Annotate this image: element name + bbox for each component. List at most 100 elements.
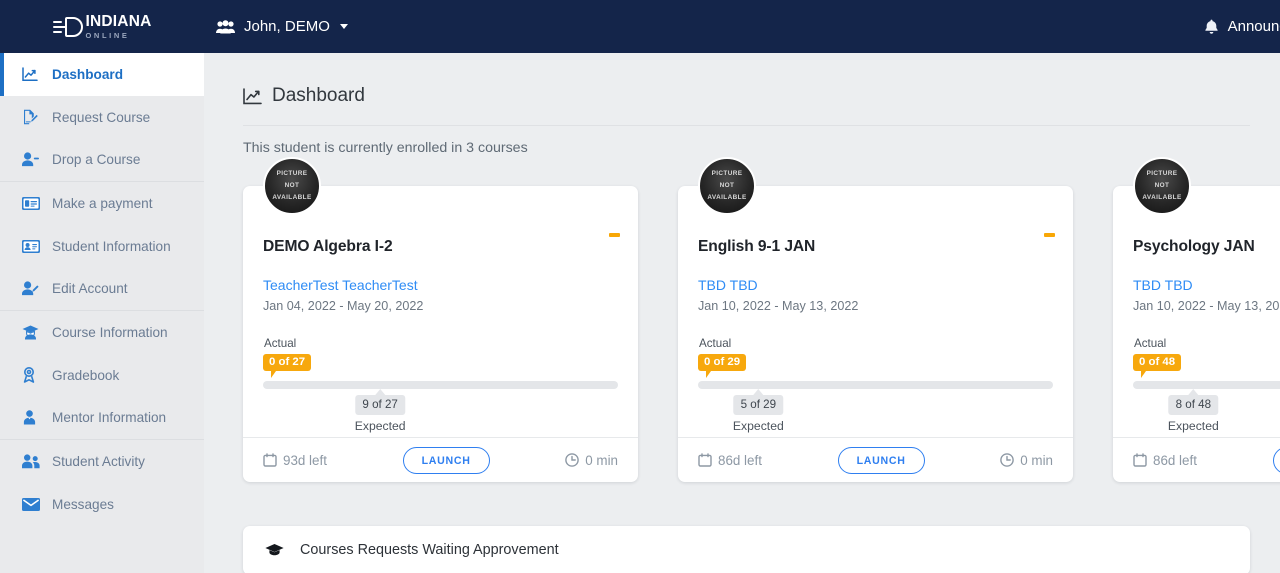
sidebar-item-label: Make a payment <box>52 195 153 211</box>
days-left-label: 93d left <box>283 452 327 468</box>
course-dates: Jan 10, 2022 - May 13, 2022 <box>698 299 859 313</box>
panel-header: Courses Requests Waiting Approvement <box>243 526 1250 573</box>
user-friends-icon <box>22 454 48 469</box>
clock-icon <box>1000 453 1015 467</box>
sidebar-item-student-information[interactable]: Student Information <box>0 225 204 268</box>
days-left: 93d left <box>263 453 327 468</box>
actual-label: Actual <box>1134 337 1167 350</box>
launch-button[interactable]: LAUNCH <box>837 446 925 474</box>
bell-icon <box>1204 19 1219 35</box>
course-card[interactable]: PICTURE NOT AVAILABLE DEMO Algebra I-2 T… <box>243 157 638 482</box>
expected-chip: 5 of 29 <box>733 389 784 415</box>
progress-track <box>1133 381 1280 389</box>
actual-label: Actual <box>264 337 297 350</box>
days-left: 86d left <box>698 453 762 468</box>
logo-mark-icon <box>52 16 83 38</box>
course-teacher-link[interactable]: TBD TBD <box>698 277 1053 293</box>
days-left: 86d left <box>1133 453 1197 468</box>
envelope-icon <box>22 497 48 511</box>
users-icon <box>216 19 235 34</box>
calendar-icon <box>263 453 277 467</box>
course-progress: Actual 0 of 48 8 of 48 Expected <box>1113 337 1280 435</box>
brand-name: INDIANA <box>85 13 152 30</box>
file-signature-icon <box>22 109 48 125</box>
sidebar-item-make-a-payment[interactable]: Make a payment <box>0 182 204 225</box>
sidebar-item-mentor-information[interactable]: Mentor Information <box>0 397 204 440</box>
expected-label: Expected <box>1167 419 1219 433</box>
top-bar: INDIANA ONLINE John, DEMO Announcements <box>0 0 1280 53</box>
time-spent-label: 0 min <box>1020 452 1053 468</box>
chevron-down-icon <box>339 24 348 29</box>
user-edit-icon <box>22 281 48 296</box>
sidebar-item-request-course[interactable]: Request Course <box>0 96 204 139</box>
avatar-line: PICTURE <box>276 170 308 178</box>
sidebar-item-messages[interactable]: Messages <box>0 483 204 526</box>
sidebar-group-3: Course Information Gradebook Mentor Info… <box>0 310 204 439</box>
course-title: DEMO Algebra I-2 <box>263 238 393 255</box>
sidebar: Dashboard Request Course Drop a Course M… <box>0 53 204 573</box>
actual-badge: 0 of 27 <box>263 354 312 378</box>
actual-badge: 0 of 48 <box>1133 354 1182 378</box>
course-cards: PICTURE NOT AVAILABLE DEMO Algebra I-2 T… <box>243 157 1280 482</box>
sidebar-item-label: Request Course <box>52 109 151 125</box>
course-avatar: PICTURE NOT AVAILABLE <box>1133 157 1191 215</box>
sidebar-item-label: Mentor Information <box>52 410 167 426</box>
expected-label: Expected <box>732 419 784 433</box>
expected-chip: 8 of 48 <box>1168 389 1219 415</box>
chart-line-icon <box>243 87 262 105</box>
course-card[interactable]: PICTURE NOT AVAILABLE English 9-1 JAN TB… <box>678 157 1073 482</box>
launch-button[interactable]: LAUNCH <box>1272 446 1280 474</box>
launch-button[interactable]: LAUNCH <box>402 446 490 474</box>
expected-label: Expected <box>354 419 406 433</box>
sidebar-item-dashboard[interactable]: Dashboard <box>0 53 204 96</box>
days-left-label: 86d left <box>718 452 762 468</box>
award-icon <box>22 367 48 383</box>
sidebar-group-2: Make a payment Student Information Edit … <box>0 181 204 310</box>
user-menu[interactable]: John, DEMO <box>212 12 352 41</box>
pending-requests-panel: Courses Requests Waiting Approvement <box>243 526 1250 573</box>
brand-tagline: ONLINE <box>85 30 130 40</box>
announcements-label: Announcements <box>1227 18 1280 35</box>
user-tie-icon <box>22 410 48 425</box>
sidebar-item-label: Student Information <box>52 238 171 254</box>
clock-icon <box>565 453 580 467</box>
sidebar-item-label: Dashboard <box>52 66 124 82</box>
course-avatar: PICTURE NOT AVAILABLE <box>698 157 756 215</box>
progress-track <box>698 381 1053 389</box>
sidebar-item-course-information[interactable]: Course Information <box>0 311 204 354</box>
sidebar-item-drop-a-course[interactable]: Drop a Course <box>0 138 204 181</box>
days-left-label: 86d left <box>1153 452 1197 468</box>
course-progress: Actual 0 of 29 5 of 29 Expected <box>678 337 1073 435</box>
course-teacher-link[interactable]: TBD TBD <box>1133 277 1280 293</box>
course-title: English 9-1 JAN <box>698 238 816 255</box>
sidebar-item-label: Course Information <box>52 324 168 340</box>
time-spent: 0 min <box>1000 453 1053 468</box>
course-teacher-link[interactable]: TeacherTest TeacherTest <box>263 277 618 293</box>
time-spent-label: 0 min <box>585 452 618 468</box>
sidebar-item-gradebook[interactable]: Gradebook <box>0 354 204 397</box>
course-card-footer: 86d left LAUNCH 0 min <box>1113 437 1280 482</box>
course-card[interactable]: PICTURE NOT AVAILABLE Psychology JAN TBD… <box>1113 157 1280 482</box>
sidebar-item-edit-account[interactable]: Edit Account <box>0 267 204 310</box>
calendar-icon <box>698 453 712 467</box>
minus-icon[interactable] <box>609 233 620 237</box>
graduation-cap-icon <box>265 543 284 558</box>
course-avatar: PICTURE NOT AVAILABLE <box>263 157 321 215</box>
avatar-line: PICTURE <box>711 170 743 178</box>
avatar-line: AVAILABLE <box>272 193 312 201</box>
minus-icon[interactable] <box>1044 233 1055 237</box>
brand-logo[interactable]: INDIANA ONLINE <box>0 0 204 53</box>
sidebar-item-label: Student Activity <box>52 454 145 470</box>
sidebar-item-label: Messages <box>52 496 114 512</box>
sidebar-item-student-activity[interactable]: Student Activity <box>0 440 204 483</box>
course-progress: Actual 0 of 27 9 of 27 Expected <box>243 337 638 435</box>
announcements-link[interactable]: Announcements <box>1204 0 1280 53</box>
sidebar-group-1: Dashboard Request Course Drop a Course <box>0 53 204 181</box>
avatar-line: AVAILABLE <box>1142 193 1182 201</box>
payment-card-icon <box>22 196 48 210</box>
sidebar-item-label: Drop a Course <box>52 152 141 168</box>
avatar-line: PICTURE <box>1146 170 1178 178</box>
id-card-icon <box>22 239 48 253</box>
avatar-line: AVAILABLE <box>707 193 747 201</box>
panel-title: Courses Requests Waiting Approvement <box>300 542 559 558</box>
